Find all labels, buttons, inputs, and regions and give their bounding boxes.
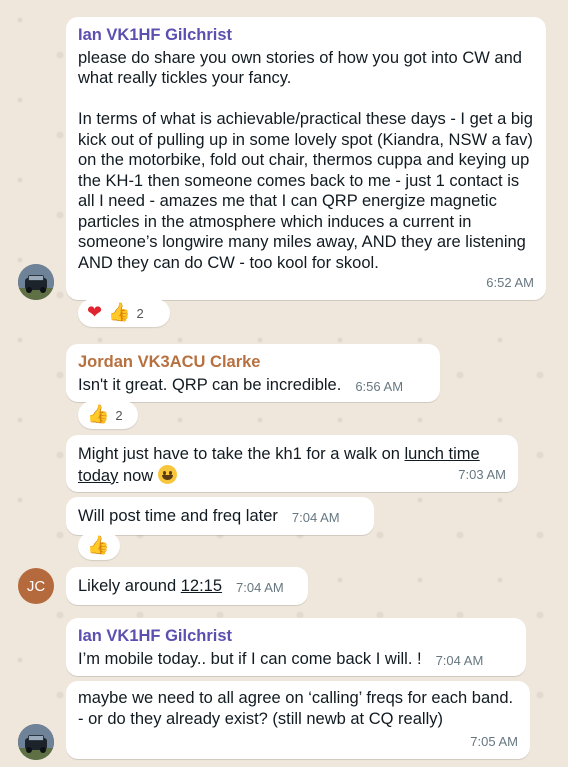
message-bubble-4[interactable]: Will post time and freq later 7:04 AM <box>66 497 374 535</box>
message-bubble-jc[interactable]: Likely around 12:15 7:04 AM <box>66 567 308 605</box>
message-text: please do share you own stories of how y… <box>78 48 533 272</box>
message-bubble-jordan[interactable]: Jordan VK3ACU Clarke Isn't it great. QRP… <box>66 344 440 402</box>
message-text: Likely around <box>78 577 181 595</box>
thumbs-up-icon: 👍 <box>108 302 131 323</box>
message-time: 7:05 AM <box>470 733 518 749</box>
thumbs-up-icon: 👍 <box>87 535 110 556</box>
message-text-end: now <box>118 466 158 485</box>
message-text: Will post time and freq later <box>78 507 278 525</box>
avatar-jc[interactable]: JC <box>18 568 54 604</box>
message-time: 7:04 AM <box>435 652 484 668</box>
message-time: 7:04 AM <box>236 580 284 595</box>
smiley-emoji-icon <box>157 464 177 484</box>
message-text: Isn't it great. QRP can be incredible. <box>78 375 342 394</box>
message-text: maybe we need to all agree on ‘calling’ … <box>78 689 523 728</box>
date-link-lunch-time[interactable]: lunch time <box>405 445 480 463</box>
reaction-count: 2 <box>115 407 123 423</box>
message-text: Might just have to take the kh1 for a wa… <box>78 445 405 463</box>
sender-name[interactable]: Jordan VK3ACU Clarke <box>78 352 428 373</box>
date-link-today[interactable]: today <box>78 467 118 485</box>
sender-name[interactable]: Ian VK1HF Gilchrist <box>78 25 534 46</box>
reaction-bar-4[interactable]: 👍 <box>78 532 120 560</box>
heart-icon: ❤ <box>87 302 103 323</box>
car-photo-icon <box>18 264 54 300</box>
time-link-12-15[interactable]: 12:15 <box>181 577 222 595</box>
thumbs-up-icon: 👍 <box>87 404 110 425</box>
avatar-ian-2[interactable] <box>18 724 54 760</box>
message-time: 7:04 AM <box>291 510 340 525</box>
reaction-bar-1[interactable]: ❤ 👍 2 <box>78 299 170 327</box>
message-bubble-ian-2[interactable]: Ian VK1HF Gilchrist I’m mobile today.. b… <box>66 618 526 676</box>
message-time: 6:52 AM <box>486 274 534 290</box>
avatar-ian[interactable] <box>18 264 54 300</box>
message-text: I’m mobile today.. but if I can come bac… <box>78 649 422 668</box>
message-time: 7:03 AM <box>458 466 506 482</box>
reaction-bar-2[interactable]: 👍 2 <box>78 401 138 429</box>
message-time: 6:56 AM <box>355 378 404 394</box>
car-photo-icon <box>18 724 54 760</box>
message-bubble-ian-3[interactable]: maybe we need to all agree on ‘calling’ … <box>66 681 530 759</box>
message-bubble-ian-1[interactable]: Ian VK1HF Gilchrist please do share you … <box>66 17 546 300</box>
message-bubble-3[interactable]: Might just have to take the kh1 for a wa… <box>66 435 518 492</box>
reaction-count: 2 <box>136 305 144 321</box>
sender-name[interactable]: Ian VK1HF Gilchrist <box>78 626 514 647</box>
